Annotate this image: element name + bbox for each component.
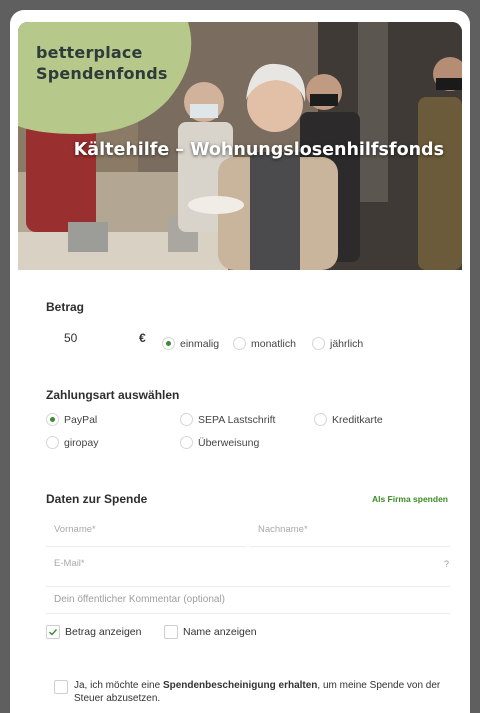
show-name-checkbox[interactable]: Name anzeigen — [164, 625, 257, 639]
currency-symbol: € — [139, 331, 146, 345]
payment-sepa-radio[interactable]: SEPA Lastschrift — [180, 413, 275, 426]
payment-option-label: Kreditkarte — [332, 413, 383, 426]
frequency-yearly-radio[interactable]: jährlich — [312, 337, 363, 350]
radio-dot — [312, 337, 325, 350]
amount-value: 50 — [64, 331, 78, 345]
donation-card: betterplace Spendenfonds Kältehilfe – Wo… — [10, 10, 470, 713]
firstname-underline — [46, 546, 246, 547]
radio-dot — [233, 337, 246, 350]
receipt-text-pre: Ja, ich möchte eine — [74, 680, 163, 691]
show-name-label: Name anzeigen — [183, 626, 257, 638]
show-amount-checkbox[interactable]: Betrag anzeigen — [46, 625, 141, 639]
email-input[interactable]: E-Mail* — [54, 558, 85, 569]
payment-label: Zahlungsart auswählen — [46, 388, 180, 402]
frequency-monthly-radio[interactable]: monatlich — [233, 337, 296, 350]
payment-option-label: SEPA Lastschrift — [198, 413, 276, 426]
payment-creditcard-radio[interactable]: Kreditkarte — [314, 413, 383, 426]
lastname-underline — [250, 546, 450, 547]
radio-dot — [314, 413, 327, 426]
frequency-label: einmalig — [180, 337, 220, 350]
radio-dot — [180, 413, 193, 426]
receipt-text-bold: Spendenbescheinigung erhalten — [162, 680, 318, 691]
comment-underline — [46, 613, 450, 614]
check-icon — [49, 629, 58, 636]
radio-dot — [180, 436, 193, 449]
payment-option-label: giropay — [64, 436, 99, 449]
amount-label: Betrag — [46, 300, 85, 314]
email-underline — [46, 586, 450, 587]
checkbox-box — [54, 680, 68, 694]
brand-line-1: betterplace — [36, 43, 143, 62]
donation-receipt-checkbox[interactable]: Ja, ich möchte eine Spendenbescheinigung… — [54, 679, 454, 705]
payment-option-label: PayPal — [64, 413, 98, 426]
checkbox-box — [164, 625, 178, 639]
hero-banner: betterplace Spendenfonds Kältehilfe – Wo… — [18, 22, 462, 270]
lastname-input[interactable]: Nachname* — [258, 524, 308, 535]
company-donation-link[interactable]: Als Firma spenden — [372, 494, 448, 504]
frequency-label: monatlich — [251, 337, 296, 350]
radio-dot — [162, 337, 175, 350]
email-help-icon[interactable]: ? — [444, 559, 449, 569]
amount-input[interactable]: 50 € — [54, 323, 154, 353]
payment-option-label: Überweisung — [198, 436, 260, 449]
frequency-once-radio[interactable]: einmalig — [162, 337, 219, 350]
payment-paypal-radio[interactable]: PayPal — [46, 413, 97, 426]
show-amount-label: Betrag anzeigen — [65, 626, 142, 638]
payment-transfer-radio[interactable]: Überweisung — [180, 436, 259, 449]
payment-giropay-radio[interactable]: giropay — [46, 436, 98, 449]
fund-title: Kältehilfe – Wohnungslosenhilfsfonds — [73, 140, 444, 160]
comment-input[interactable]: Dein öffentlicher Kommentar (optional) — [54, 594, 225, 605]
checkbox-box — [46, 625, 60, 639]
radio-dot — [46, 436, 59, 449]
firstname-input[interactable]: Vorname* — [54, 524, 96, 535]
receipt-text: Ja, ich möchte eine Spendenbescheinigung… — [74, 679, 454, 705]
frequency-label: jährlich — [330, 337, 364, 350]
donation-data-label: Daten zur Spende — [46, 492, 148, 506]
brand-line-2: Spendenfonds — [36, 64, 168, 83]
brand-logo[interactable]: betterplace Spendenfonds — [36, 42, 168, 84]
radio-dot — [46, 413, 59, 426]
